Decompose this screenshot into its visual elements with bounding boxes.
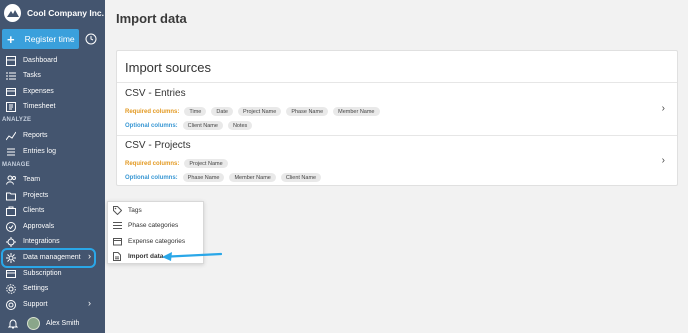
team-icon [5, 174, 17, 186]
sidebar-item-label: Integrations [23, 238, 60, 245]
sidebar-item-dashboard[interactable]: Dashboard [0, 53, 105, 68]
optional-columns-row: Optional columns: Client Name Notes [125, 121, 257, 130]
sidebar-item-label: Entries log [23, 148, 57, 155]
sidebar-item-expenses[interactable]: Expenses [0, 84, 105, 99]
required-columns-row: Required columns: Time Date Project Name… [125, 107, 385, 116]
sidebar-item-label: Dashboard [23, 57, 58, 64]
timesheet-icon [5, 101, 17, 113]
page-header [105, 0, 688, 38]
column-chip: Notes [227, 121, 253, 130]
submenu-item-label: Tags [128, 207, 142, 214]
submenu-item-label: Expense categories [128, 238, 186, 245]
divider [117, 135, 677, 136]
source-title-csv-entries: CSV - Entries [125, 88, 186, 99]
column-chip: Phase Name [286, 107, 329, 116]
clock-icon[interactable] [82, 30, 100, 48]
chevron-right-icon: › [88, 298, 91, 308]
section-label-analyze: ANALYZE [2, 117, 32, 123]
source-title-csv-projects: CSV - Projects [125, 140, 191, 151]
column-chip: Project Name [238, 107, 282, 116]
import-sources-panel: Import sources CSV - Entries Required co… [116, 50, 678, 186]
required-columns-label: Required columns: [125, 108, 180, 115]
file-icon [112, 252, 122, 262]
sidebar-item-label: Approvals [23, 223, 55, 230]
dashboard-icon [5, 55, 17, 67]
column-chip: Member Name [229, 173, 276, 182]
expenses-icon [5, 86, 17, 98]
sidebar-item-label: Tasks [23, 72, 41, 79]
sidebar-item-label: Settings [23, 285, 49, 292]
sidebar-item-label: Team [23, 176, 41, 183]
sidebar-item-support[interactable]: Support › [0, 297, 105, 312]
required-columns-row: Required columns: Project Name [125, 159, 233, 168]
sidebar-item-settings[interactable]: Settings [0, 281, 105, 296]
sidebar: Cool Company Inc. + Register time Dashbo… [0, 0, 105, 333]
sidebar-item-label: Support [23, 301, 48, 308]
sidebar-item-label: Timesheet [23, 103, 56, 110]
column-chip: Client Name [280, 173, 322, 182]
brand[interactable]: Cool Company Inc. [4, 3, 104, 23]
column-chip: Member Name [333, 107, 380, 116]
user-name: Alex Smith [46, 320, 80, 327]
sidebar-item-label: Expenses [23, 88, 54, 95]
divider [117, 82, 677, 83]
submenu-item-label: Import data [128, 253, 164, 260]
optional-columns-label: Optional columns: [125, 174, 178, 181]
chevron-right-icon[interactable]: › [662, 103, 665, 114]
sidebar-item-clients[interactable]: Clients [0, 203, 105, 218]
sidebar-item-reports[interactable]: Reports [0, 128, 105, 143]
sidebar-item-tasks[interactable]: Tasks [0, 68, 105, 83]
page-title: Import data [116, 11, 187, 26]
reports-icon [5, 130, 17, 142]
sidebar-item-approvals[interactable]: Approvals [0, 219, 105, 234]
chevron-right-icon[interactable]: › [662, 155, 665, 166]
subscription-icon [5, 268, 17, 280]
integrations-icon [5, 236, 17, 248]
bell-icon[interactable] [7, 318, 19, 330]
projects-icon [5, 190, 17, 202]
sidebar-item-projects[interactable]: Projects [0, 188, 105, 203]
section-label-manage: MANAGE [2, 162, 30, 168]
optional-columns-row: Optional columns: Phase Name Member Name… [125, 173, 326, 182]
column-chip: Project Name [184, 159, 228, 168]
settings-icon [5, 283, 17, 295]
approvals-icon [5, 221, 17, 233]
column-chip: Client Name [182, 121, 223, 130]
sidebar-item-integrations[interactable]: Integrations [0, 234, 105, 249]
sidebar-item-team[interactable]: Team [0, 172, 105, 187]
data-management-highlight [1, 248, 96, 268]
avatar [27, 317, 40, 330]
folder-icon [112, 237, 122, 247]
register-time-label: Register time [24, 34, 75, 44]
submenu-item-expense-categories[interactable]: Expense categories [108, 234, 205, 249]
company-logo-icon [4, 4, 22, 22]
sidebar-item-label: Clients [23, 207, 45, 214]
tag-icon [112, 206, 122, 216]
pointer-arrow-icon [162, 252, 222, 261]
sidebar-item-subscription[interactable]: Subscription [0, 266, 105, 281]
sidebar-item-label: Projects [23, 192, 49, 199]
user-profile[interactable]: Alex Smith [0, 316, 105, 331]
plus-icon: + [7, 31, 15, 47]
company-name: Cool Company Inc. [27, 8, 104, 18]
sidebar-item-timesheet[interactable]: Timesheet [0, 99, 105, 114]
sidebar-item-label: Reports [23, 132, 48, 139]
submenu-item-label: Phase categories [128, 222, 179, 229]
tasks-icon [5, 70, 17, 82]
optional-columns-label: Optional columns: [125, 122, 178, 129]
register-time-button[interactable]: + Register time [2, 29, 79, 49]
clients-icon [5, 205, 17, 217]
submenu-item-tags[interactable]: Tags [108, 203, 205, 218]
sidebar-item-entries-log[interactable]: Entries log [0, 144, 105, 159]
submenu-item-phase-categories[interactable]: Phase categories [108, 218, 205, 233]
list-icon [112, 221, 122, 231]
column-chip: Time [184, 107, 207, 116]
sidebar-item-label: Subscription [23, 270, 62, 277]
support-icon [5, 299, 17, 311]
required-columns-label: Required columns: [125, 160, 180, 167]
entries-log-icon [5, 146, 17, 158]
panel-title: Import sources [125, 60, 211, 75]
column-chip: Date [211, 107, 233, 116]
column-chip: Phase Name [182, 173, 225, 182]
